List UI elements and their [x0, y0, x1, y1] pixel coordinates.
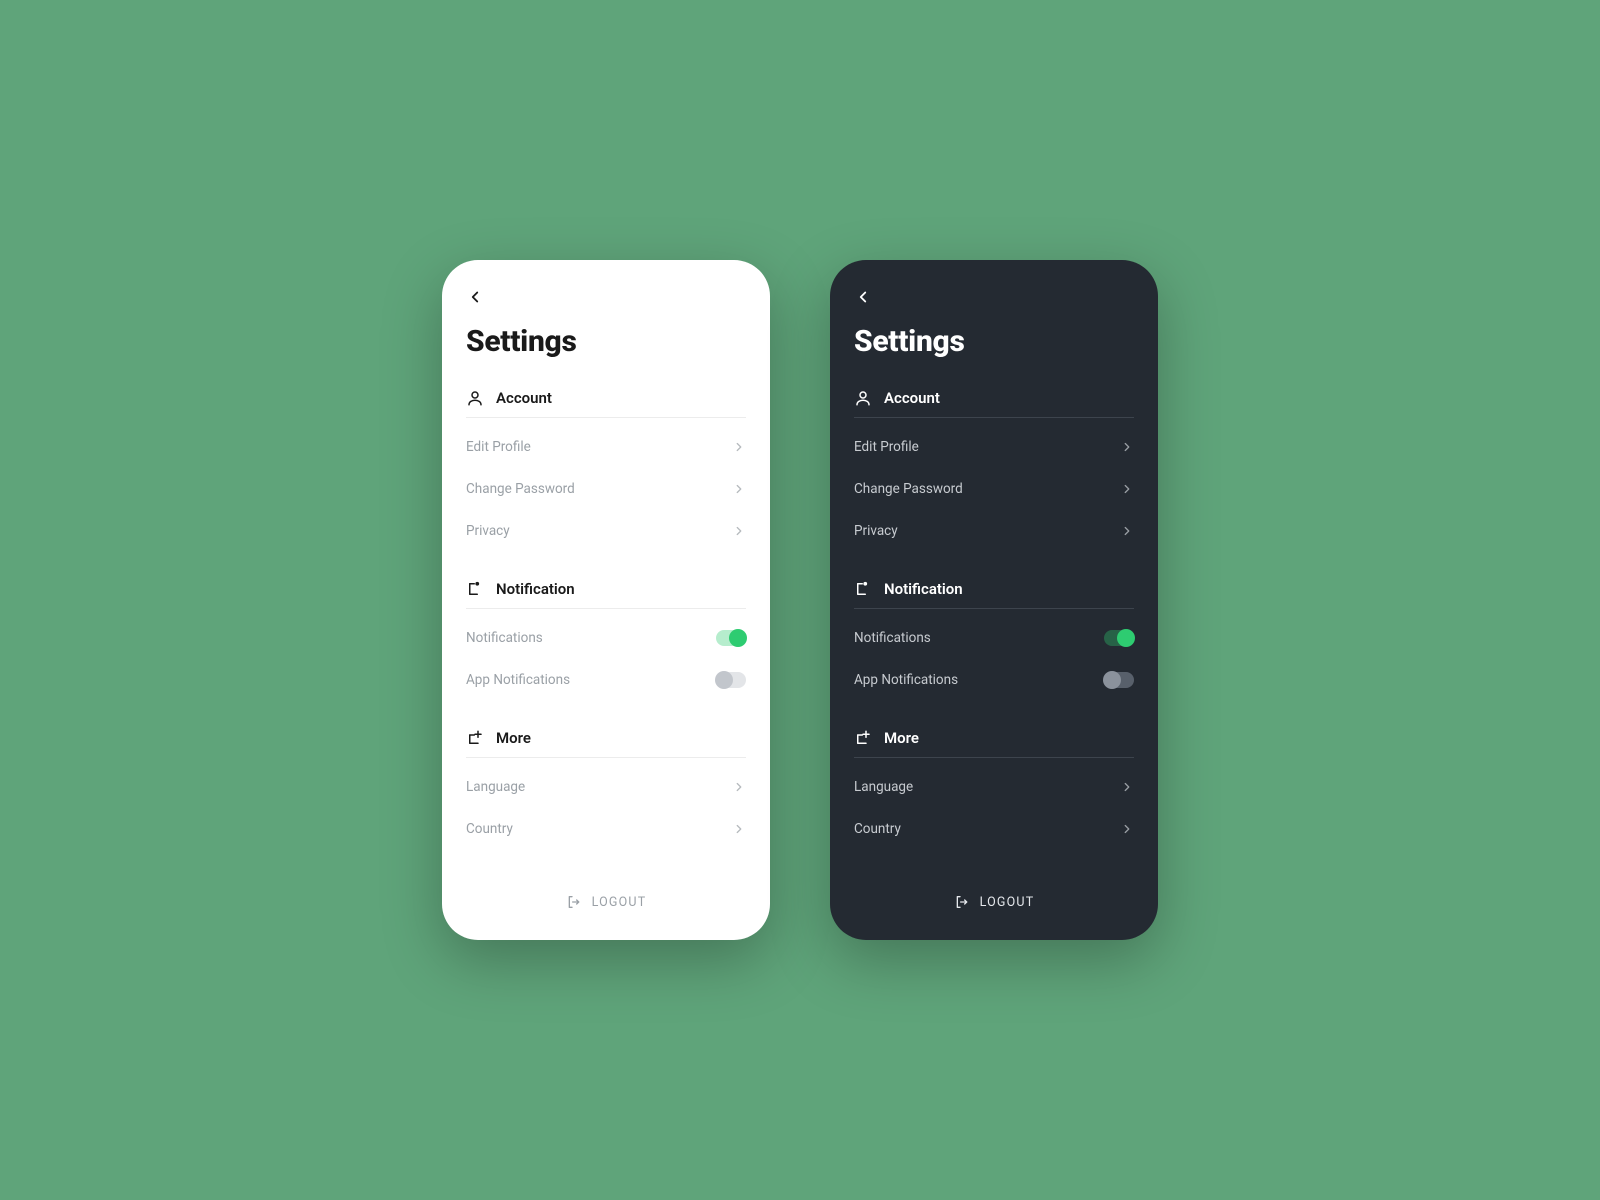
notification-icon — [854, 580, 872, 598]
section-head-account: Account — [854, 389, 1134, 418]
chevron-right-icon — [1120, 482, 1134, 496]
chevron-right-icon — [1120, 780, 1134, 794]
row-label: Language — [466, 779, 525, 795]
section-label: Account — [496, 389, 552, 407]
section-head-notification: Notification — [466, 580, 746, 609]
row-label: Notifications — [854, 630, 931, 646]
row-label: Language — [854, 779, 913, 795]
row-app-notifications[interactable]: App Notifications — [466, 659, 746, 701]
chevron-right-icon — [732, 440, 746, 454]
notification-icon — [466, 580, 484, 598]
logout-icon — [566, 894, 582, 910]
section-label: Account — [884, 389, 940, 407]
back-button[interactable] — [854, 288, 872, 306]
section-notification: Notification Notifications App Notificat… — [854, 580, 1134, 701]
user-icon — [466, 389, 484, 407]
section-label: Notification — [884, 580, 963, 598]
chevron-left-icon — [854, 288, 872, 306]
chevron-right-icon — [732, 482, 746, 496]
row-label: Country — [466, 821, 513, 837]
user-icon — [854, 389, 872, 407]
row-label: Privacy — [466, 523, 510, 539]
section-account: Account Edit Profile Change Password Pri… — [466, 389, 746, 552]
chevron-right-icon — [732, 524, 746, 538]
settings-screen-dark: Settings Account Edit Profile Change Pas… — [830, 260, 1158, 940]
section-label: Notification — [496, 580, 575, 598]
chevron-left-icon — [466, 288, 484, 306]
chevron-right-icon — [1120, 822, 1134, 836]
section-head-notification: Notification — [854, 580, 1134, 609]
settings-screen-light: Settings Account Edit Profile Change Pas… — [442, 260, 770, 940]
back-button[interactable] — [466, 288, 484, 306]
page-title: Settings — [854, 324, 1134, 359]
row-country[interactable]: Country — [854, 808, 1134, 850]
row-language[interactable]: Language — [854, 766, 1134, 808]
chevron-right-icon — [732, 780, 746, 794]
toggle-app-notifications[interactable] — [716, 672, 746, 688]
row-label: App Notifications — [466, 672, 570, 688]
row-label: Privacy — [854, 523, 898, 539]
section-head-more: More — [854, 729, 1134, 758]
section-account: Account Edit Profile Change Password Pri… — [854, 389, 1134, 552]
logout-button[interactable]: LOGOUT — [854, 886, 1134, 918]
row-language[interactable]: Language — [466, 766, 746, 808]
row-label: Edit Profile — [854, 439, 919, 455]
section-label: More — [496, 729, 531, 747]
row-notifications[interactable]: Notifications — [466, 617, 746, 659]
section-more: More Language Country — [466, 729, 746, 850]
section-head-more: More — [466, 729, 746, 758]
toggle-notifications[interactable] — [716, 630, 746, 646]
logout-label: LOGOUT — [592, 895, 647, 910]
toggle-notifications[interactable] — [1104, 630, 1134, 646]
more-icon — [466, 729, 484, 747]
section-notification: Notification Notifications App Notificat… — [466, 580, 746, 701]
row-country[interactable]: Country — [466, 808, 746, 850]
section-more: More Language Country — [854, 729, 1134, 850]
section-head-account: Account — [466, 389, 746, 418]
chevron-right-icon — [1120, 524, 1134, 538]
section-label: More — [884, 729, 919, 747]
chevron-right-icon — [1120, 440, 1134, 454]
row-change-password[interactable]: Change Password — [854, 468, 1134, 510]
row-edit-profile[interactable]: Edit Profile — [854, 426, 1134, 468]
row-label: Country — [854, 821, 901, 837]
logout-icon — [954, 894, 970, 910]
row-label: Change Password — [854, 481, 963, 497]
row-notifications[interactable]: Notifications — [854, 617, 1134, 659]
row-label: Change Password — [466, 481, 575, 497]
chevron-right-icon — [732, 822, 746, 836]
row-label: App Notifications — [854, 672, 958, 688]
row-app-notifications[interactable]: App Notifications — [854, 659, 1134, 701]
more-icon — [854, 729, 872, 747]
logout-label: LOGOUT — [980, 895, 1035, 910]
row-privacy[interactable]: Privacy — [466, 510, 746, 552]
row-label: Edit Profile — [466, 439, 531, 455]
row-change-password[interactable]: Change Password — [466, 468, 746, 510]
row-privacy[interactable]: Privacy — [854, 510, 1134, 552]
logout-button[interactable]: LOGOUT — [466, 886, 746, 918]
row-edit-profile[interactable]: Edit Profile — [466, 426, 746, 468]
page-title: Settings — [466, 324, 746, 359]
row-label: Notifications — [466, 630, 543, 646]
toggle-app-notifications[interactable] — [1104, 672, 1134, 688]
